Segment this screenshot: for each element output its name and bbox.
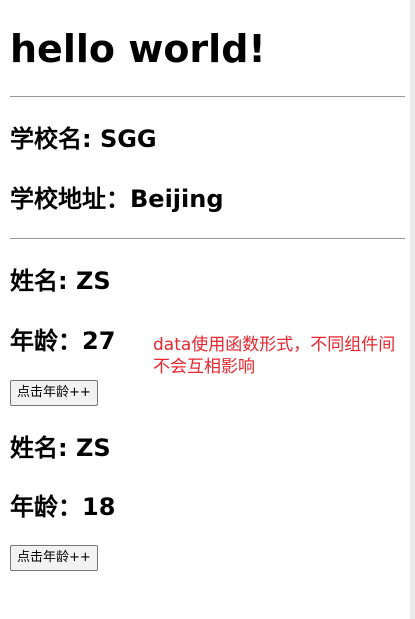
student-age: 年龄：27 xyxy=(10,327,116,355)
school-name: 学校名: SGG xyxy=(10,125,157,153)
divider-top xyxy=(10,96,405,97)
increment-age-button[interactable]: 点击年龄++ xyxy=(10,545,98,571)
divider-middle xyxy=(10,238,405,239)
page-scrollbar[interactable] xyxy=(410,0,415,619)
annotation-note: data使用函数形式，不同组件间不会互相影响 xyxy=(153,335,396,377)
school-address: 学校地址：Beijing xyxy=(10,185,224,213)
student-name: 姓名: ZS xyxy=(10,434,111,462)
increment-age-button[interactable]: 点击年龄++ xyxy=(10,380,98,406)
page-title: hello world! xyxy=(10,27,266,71)
student-name: 姓名: ZS xyxy=(10,267,111,295)
student-age: 年龄：18 xyxy=(10,493,116,521)
